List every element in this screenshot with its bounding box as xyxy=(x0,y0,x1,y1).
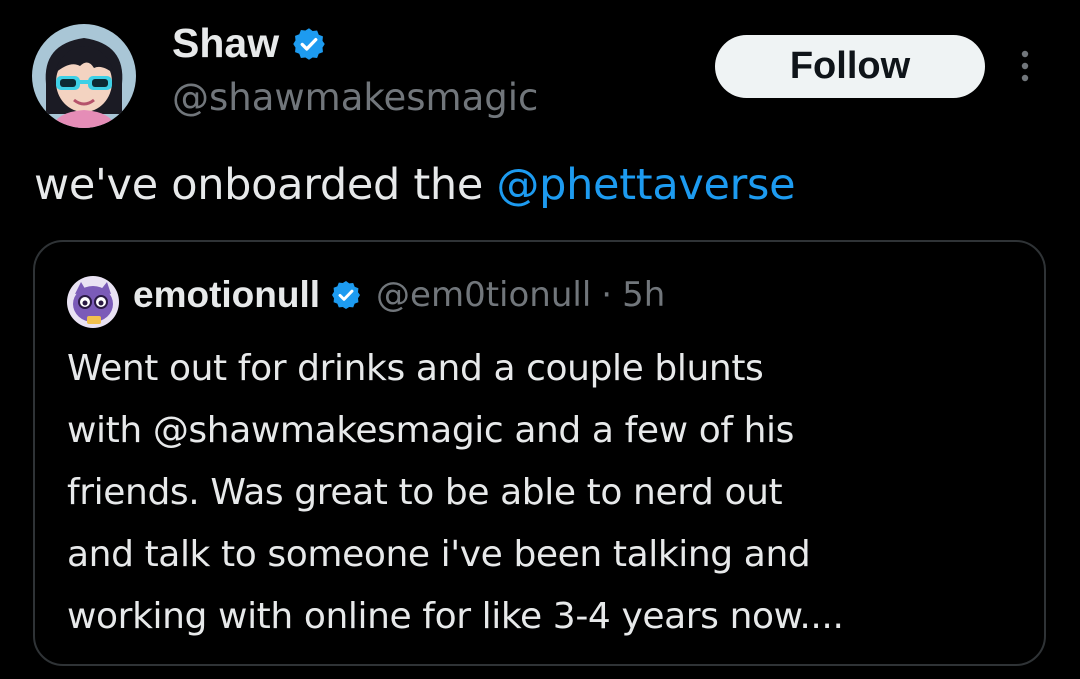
verified-badge-icon xyxy=(332,281,361,309)
author-display-name[interactable]: Shaw xyxy=(172,20,327,67)
cartoon-avatar-with-sunglasses-icon xyxy=(32,24,136,128)
quote-text-line: working with online for like 3-4 years n… xyxy=(67,596,844,637)
tweet-text: we've onboarded the @phettaverse xyxy=(34,160,796,210)
verified-badge-icon xyxy=(293,27,325,60)
quote-text-line: with @shawmakesmagic and a few of his xyxy=(67,410,795,451)
quote-text-line: friends. Was great to be able to nerd ou… xyxy=(67,472,783,513)
author-name-text[interactable]: Shaw xyxy=(172,20,279,67)
meta-separator: · xyxy=(601,275,613,315)
author-avatar[interactable] xyxy=(32,24,136,128)
tweet-text-prefix: we've onboarded the xyxy=(34,160,497,210)
quote-author-handle[interactable]: @em0tionull xyxy=(376,275,591,315)
quote-timestamp[interactable]: 5h xyxy=(622,275,665,315)
vertical-ellipsis-icon xyxy=(1021,50,1029,82)
quote-header: emotionull @em0tionull · 5h xyxy=(133,274,665,316)
author-handle[interactable]: @shawmakesmagic xyxy=(172,76,538,119)
mention-link[interactable]: @phettaverse xyxy=(496,160,795,210)
follow-button[interactable]: Follow xyxy=(715,35,985,98)
quote-author-avatar[interactable] xyxy=(67,276,119,328)
purple-cartoon-character-avatar-icon xyxy=(67,276,119,328)
quote-text-line: and talk to someone i've been talking an… xyxy=(67,534,811,575)
quoted-tweet-card[interactable]: emotionull @em0tionull · 5h Went out for… xyxy=(33,240,1046,666)
quote-text-line: Went out for drinks and a couple blunts xyxy=(67,348,764,389)
more-options-button[interactable] xyxy=(1008,46,1042,86)
quote-author-name[interactable]: emotionull xyxy=(133,274,320,316)
quote-text: Went out for drinks and a couple blunts … xyxy=(67,338,1027,648)
